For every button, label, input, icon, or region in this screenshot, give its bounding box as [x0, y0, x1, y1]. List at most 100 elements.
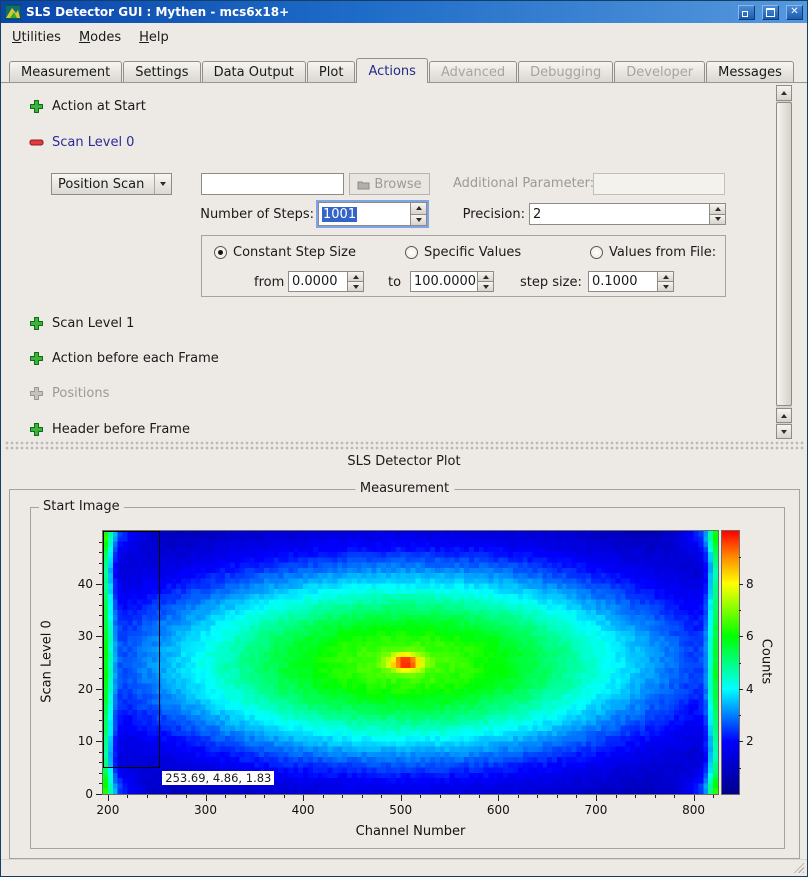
x-minor-tick — [245, 795, 246, 798]
action-at-start-label[interactable]: Action at Start — [52, 99, 146, 114]
y-tick-mark — [96, 741, 102, 742]
close-button[interactable]: ✕ — [786, 5, 803, 20]
expand-plus-icon[interactable] — [29, 316, 44, 331]
expand-plus-icon[interactable] — [29, 351, 44, 366]
y-minor-tick — [99, 552, 102, 553]
y-minor-tick — [99, 657, 102, 658]
header-before-frame-label[interactable]: Header before Frame — [52, 422, 190, 437]
spin-down-icon[interactable] — [411, 214, 426, 226]
action-before-frame-row[interactable]: Action before each Frame — [29, 351, 219, 366]
scan-script-input[interactable] — [201, 173, 344, 195]
spin-down-icon[interactable] — [658, 281, 673, 291]
browse-label: Browse — [374, 177, 421, 192]
scroll-up-button-2[interactable] — [776, 408, 792, 423]
heatmap-canvas[interactable] — [103, 531, 718, 794]
expand-plus-icon[interactable] — [29, 422, 44, 437]
x-minor-tick — [342, 795, 343, 798]
scroll-down-button[interactable] — [776, 424, 792, 439]
dock-title: SLS Detector Plot — [1, 454, 807, 469]
spin-down-icon[interactable] — [478, 281, 493, 291]
x-minor-tick — [166, 795, 167, 798]
colorbar-minor-tick — [739, 557, 741, 558]
spin-down-icon[interactable] — [348, 281, 363, 291]
to-value[interactable]: 100.0000 — [411, 272, 477, 291]
from-value[interactable]: 0.0000 — [289, 272, 347, 291]
from-spinbox[interactable]: 0.0000 — [288, 271, 364, 292]
tab-messages[interactable]: Messages — [706, 61, 794, 83]
menu-modes[interactable]: Modes — [70, 27, 130, 48]
action-before-frame-label[interactable]: Action before each Frame — [52, 351, 219, 366]
additional-parameter-label: Additional Parameter: — [453, 176, 589, 191]
y-minor-tick — [99, 542, 102, 543]
x-minor-tick — [557, 795, 558, 798]
radio-values-from-file[interactable] — [590, 246, 603, 259]
scan-level-1-label[interactable]: Scan Level 1 — [52, 316, 134, 331]
step-size-value[interactable]: 0.1000 — [589, 272, 657, 291]
precision-spinbox[interactable]: 2 — [529, 203, 726, 225]
constant-step-size-label[interactable]: Constant Step Size — [233, 245, 356, 260]
to-label: to — [388, 275, 401, 290]
step-size-spinbox[interactable]: 0.1000 — [588, 271, 674, 292]
menu-utilities[interactable]: Utilities — [3, 27, 70, 48]
header-before-frame-row[interactable]: Header before Frame — [29, 422, 190, 437]
resize-grip-icon[interactable] — [791, 860, 804, 873]
x-tick-mark — [108, 795, 109, 801]
close-icon: ✕ — [790, 7, 798, 17]
spin-up-icon[interactable] — [478, 272, 493, 281]
spin-up-icon[interactable] — [411, 203, 426, 214]
number-of-steps-spinbox[interactable]: 1001 — [318, 202, 427, 226]
step-mode-groupbox: Constant Step Size Specific Values Value… — [201, 235, 726, 297]
spin-up-icon[interactable] — [710, 204, 725, 214]
radio-constant-step-size[interactable] — [214, 246, 227, 259]
number-of-steps-value[interactable]: 1001 — [322, 207, 357, 222]
minimize-button[interactable] — [738, 5, 755, 20]
x-tick-mark — [303, 795, 304, 801]
colorbar-minor-tick — [739, 715, 741, 716]
y-tick-label: 40 — [65, 577, 93, 591]
cursor-position-tooltip: 253.69, 4.86, 1.83 — [162, 771, 274, 785]
scroll-up-button[interactable] — [776, 85, 792, 101]
scrollbar-thumb[interactable] — [776, 102, 792, 406]
radio-specific-values[interactable] — [405, 246, 418, 259]
expand-plus-icon[interactable] — [29, 99, 44, 114]
tab-actions[interactable]: Actions — [356, 58, 428, 83]
positions-row: Positions — [29, 386, 109, 401]
x-minor-tick — [420, 795, 421, 798]
colorbar-tick-label: 4 — [746, 682, 766, 696]
to-spinbox[interactable]: 100.0000 — [410, 271, 494, 292]
values-from-file-label[interactable]: Values from File: — [609, 245, 716, 260]
measurement-title: Measurement — [355, 481, 454, 496]
scan-level-0-row[interactable]: Scan Level 0 — [29, 135, 134, 150]
tab-measurement[interactable]: Measurement — [9, 61, 122, 83]
scan-level-1-row[interactable]: Scan Level 1 — [29, 316, 134, 331]
action-at-start-row[interactable]: Action at Start — [29, 99, 146, 114]
tab-plot[interactable]: Plot — [307, 61, 356, 83]
x-minor-tick — [459, 795, 460, 798]
specific-values-label[interactable]: Specific Values — [424, 245, 521, 260]
title-bar[interactable]: SLS Detector GUI : Mythen - mcs6x18+ ✕ — [1, 1, 807, 23]
menu-help[interactable]: Help — [130, 27, 178, 48]
chevron-down-icon[interactable] — [154, 174, 171, 194]
browse-icon — [357, 179, 370, 190]
scroll-up-icon — [781, 414, 787, 418]
spin-up-icon[interactable] — [348, 272, 363, 281]
window-title: SLS Detector GUI : Mythen - mcs6x18+ — [26, 5, 731, 19]
splitter-handle[interactable] — [5, 441, 805, 450]
spin-down-icon[interactable] — [710, 214, 725, 225]
scan-mode-combobox[interactable]: Position Scan — [51, 173, 172, 195]
start-image-title: Start Image — [39, 499, 124, 514]
vertical-scrollbar[interactable] — [776, 85, 792, 439]
collapse-minus-icon[interactable] — [29, 135, 44, 150]
x-tick-mark — [498, 795, 499, 801]
x-tick-mark — [694, 795, 695, 801]
measurement-groupbox: Measurement Start Image Channel Number S… — [9, 489, 800, 859]
precision-value[interactable]: 2 — [530, 204, 709, 224]
colorbar-minor-tick — [739, 768, 741, 769]
scan-level-0-label[interactable]: Scan Level 0 — [52, 135, 134, 150]
y-minor-tick — [99, 720, 102, 721]
maximize-button[interactable] — [762, 5, 779, 20]
additional-parameter-input — [593, 173, 725, 195]
spin-up-icon[interactable] — [658, 272, 673, 281]
tab-settings[interactable]: Settings — [123, 61, 200, 83]
tab-data-output[interactable]: Data Output — [202, 61, 306, 83]
